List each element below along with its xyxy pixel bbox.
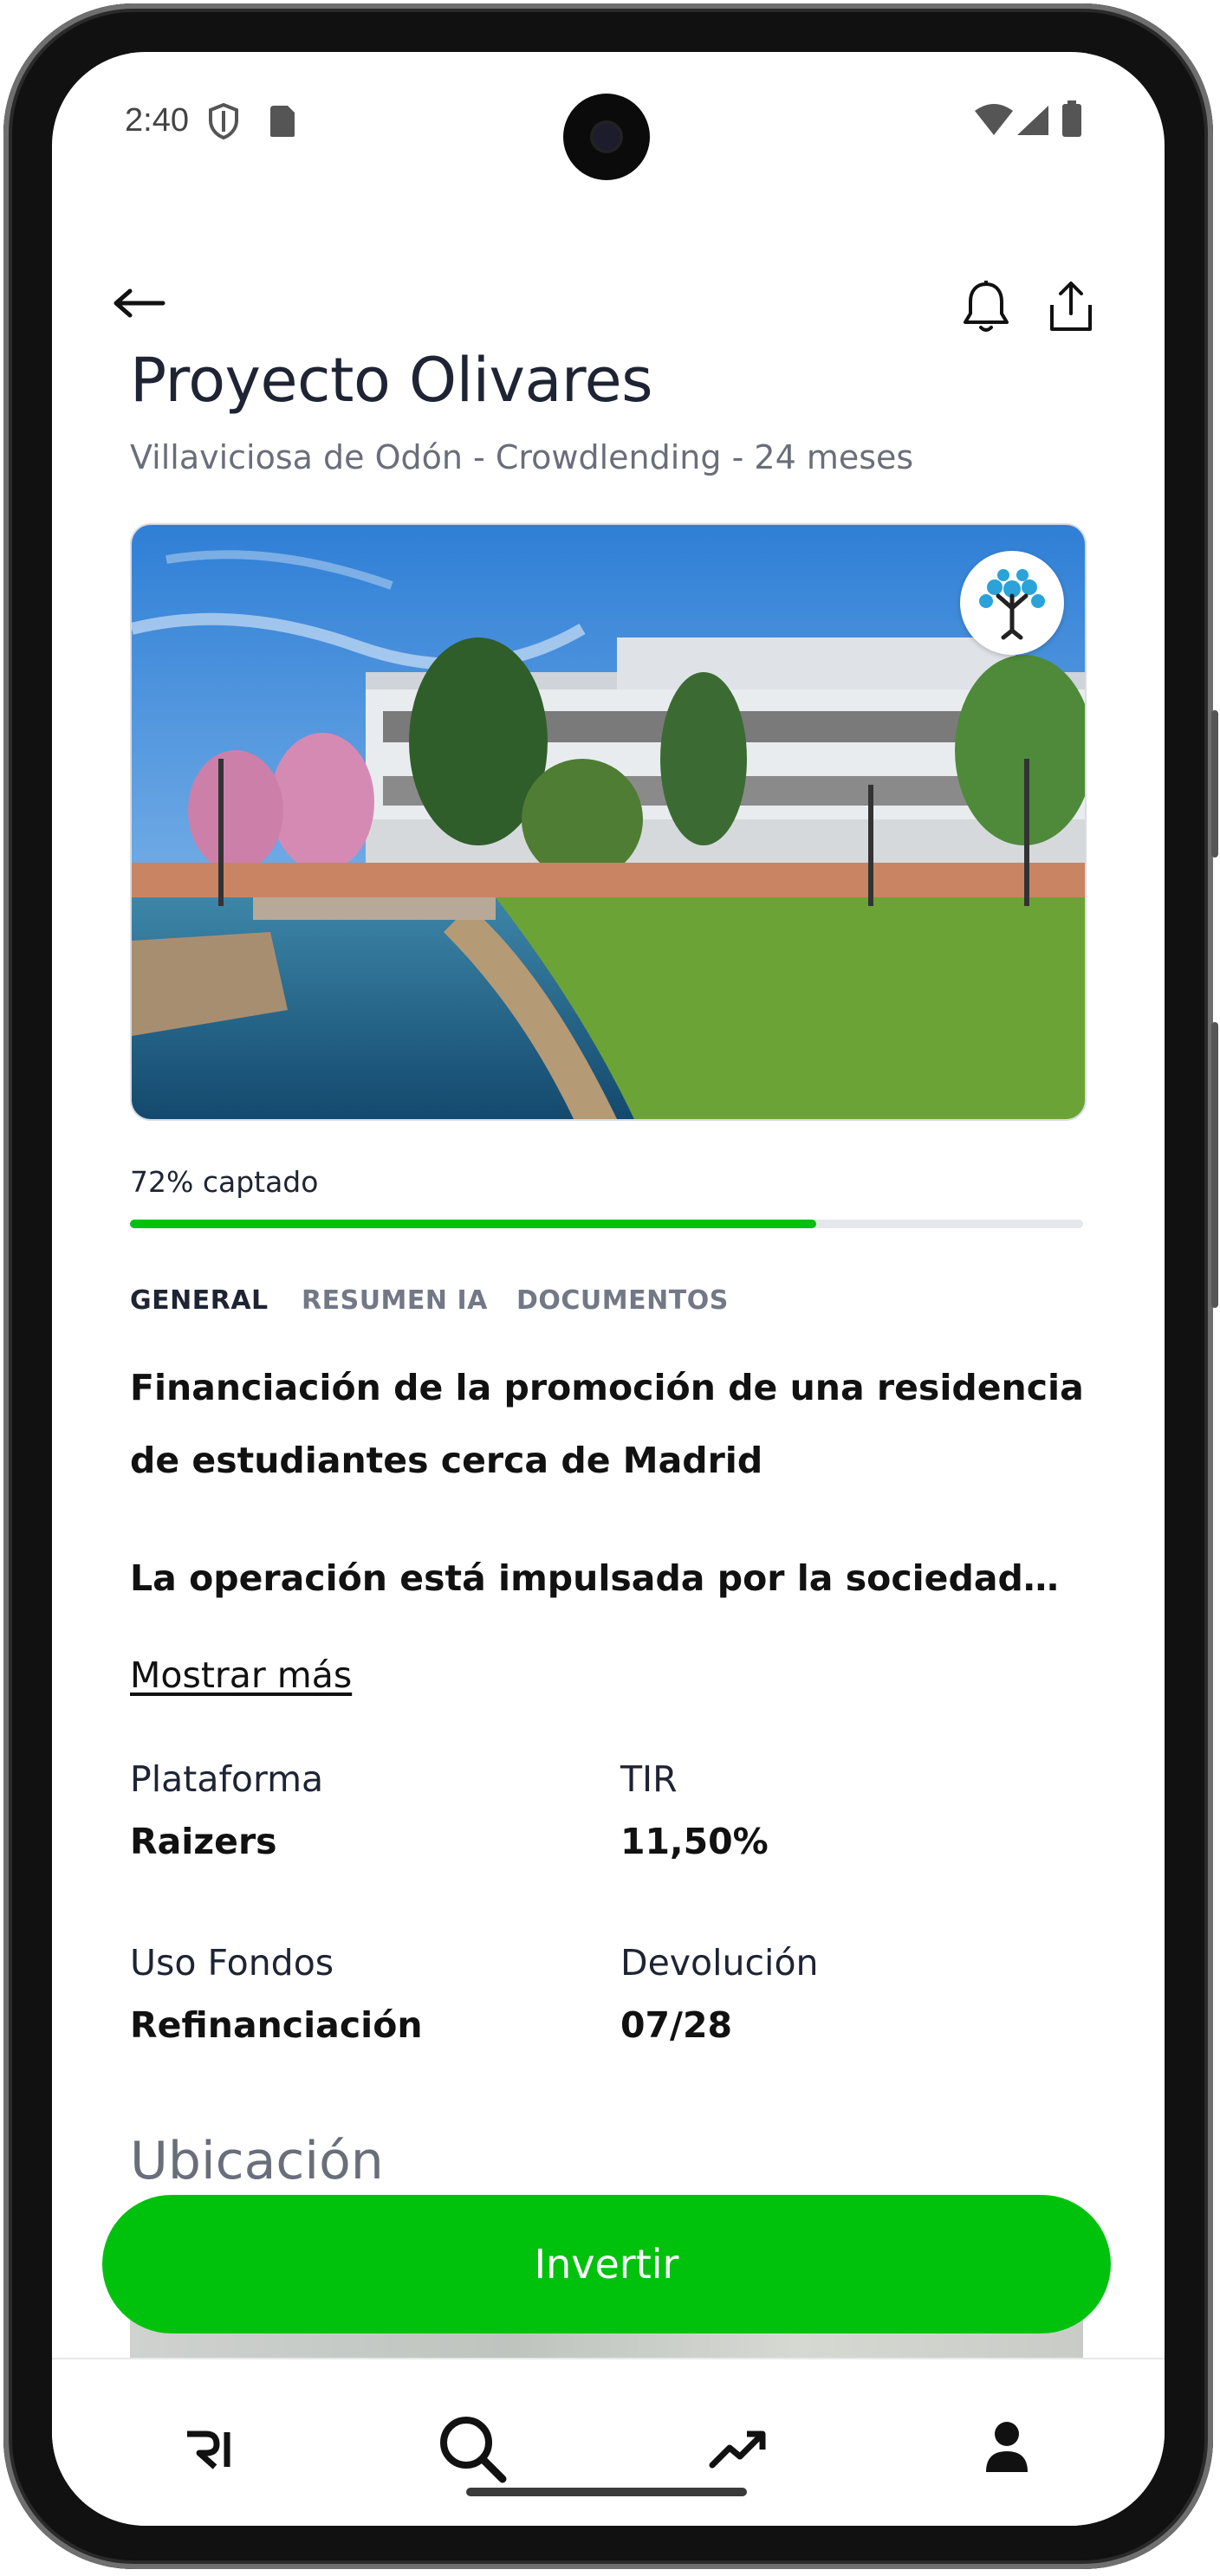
shield-status-icon [209,102,238,140]
funding-progress-fill [130,1220,816,1228]
detail-label-plataforma: Plataforma [130,1758,324,1800]
share-icon[interactable] [1045,279,1097,336]
show-more-link[interactable]: Mostrar más [130,1654,352,1696]
user-icon[interactable] [983,2418,1031,2476]
app-screen: 2:40 Proyecto Olivares Villaviciosa de O… [52,52,1165,2526]
detail-label-uso-fondos: Uso Fondos [130,1942,334,1984]
search-icon[interactable] [435,2411,509,2486]
description-heading: Financiación de la promoción de una resi… [130,1367,1084,1481]
funding-progress-bar [130,1220,1083,1228]
page-title: Proyecto Olivares [130,345,653,416]
ri-logo-icon[interactable] [182,2427,234,2470]
residence-photo [132,525,1085,1119]
sim-card-icon [270,106,295,137]
detail-value-devolucion: 07/28 [620,2004,733,2046]
front-camera [563,94,650,180]
phone-volume-button [1211,1022,1218,1308]
phone-side-button [1211,710,1218,858]
tab-general[interactable]: GENERAL [130,1285,269,1316]
tree-logo-icon [960,551,1064,655]
signal-icon [1017,106,1048,135]
detail-value-tir: 11,50% [620,1821,769,1862]
detail-value-plataforma: Raizers [130,1821,277,1862]
arrow-left-icon[interactable] [111,286,166,320]
location-heading: Ubicación [130,2131,384,2191]
tab-resumen-ia[interactable]: RESUMEN IA [302,1285,488,1316]
project-subtitle: Villaviciosa de Odón - Crowdlending - 24… [130,438,914,476]
description-body: La operación está impulsada por la socie… [130,1557,1059,1599]
funding-label: 72% captado [130,1165,319,1199]
home-indicator [466,2488,747,2496]
detail-label-devolucion: Devolución [620,1942,819,1984]
trending-up-icon[interactable] [709,2427,769,2470]
bell-icon[interactable] [960,279,1012,336]
detail-value-uso-fondos: Refinanciación [130,2004,423,2046]
battery-icon [1062,100,1081,137]
wifi-icon [975,104,1013,135]
tab-documentos[interactable]: DOCUMENTOS [516,1285,729,1316]
invest-button[interactable]: Invertir [102,2195,1111,2333]
status-time: 2:40 [125,102,189,139]
project-image [130,523,1087,1121]
bottom-navigation [52,2358,1165,2526]
detail-label-tir: TIR [620,1758,678,1800]
